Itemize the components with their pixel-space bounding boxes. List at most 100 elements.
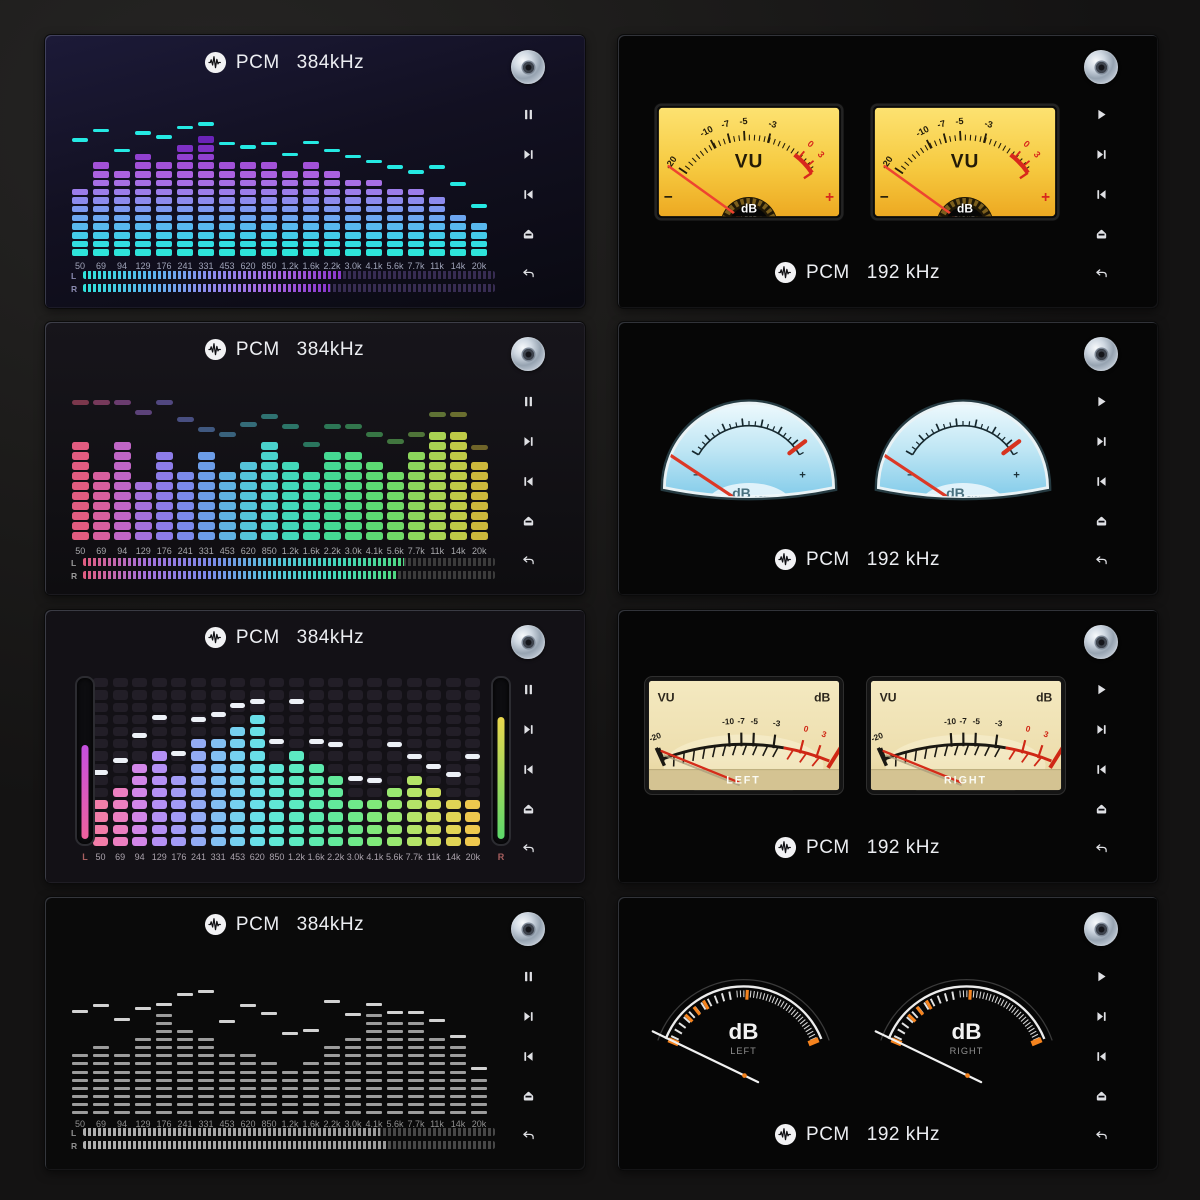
skip-previous-icon[interactable] [521,762,536,777]
album-disc-icon[interactable] [511,912,545,946]
play-icon[interactable] [1094,682,1109,697]
spectrum-bar-segment [219,162,235,169]
spectrum-bar-segment [429,1054,445,1057]
svg-text:−: − [693,469,700,481]
album-disc-icon[interactable] [511,625,545,659]
eject-icon[interactable] [1094,802,1109,817]
eject-icon[interactable] [1094,1089,1109,1104]
play-icon[interactable] [1094,969,1109,984]
spectrum-bar-segment [191,800,206,809]
spectrum-cell [152,727,167,736]
spectrum-bar-segment [219,492,236,500]
level-bar-left [83,558,495,566]
back-icon[interactable] [521,842,536,857]
spectrum-cell [387,812,402,821]
spectrum-cell [309,776,324,785]
spectrum-bar-segment [450,249,466,256]
spectrum-cell [211,825,226,834]
freq-label: 11k [427,852,441,862]
skip-previous-icon[interactable] [521,474,536,489]
spectrum-cell [465,788,480,797]
eject-icon[interactable] [521,802,536,817]
skip-next-icon[interactable] [1094,147,1109,162]
pause-icon[interactable] [521,394,536,409]
skip-previous-icon[interactable] [1094,762,1109,777]
eject-icon[interactable] [1094,227,1109,242]
spectrum-bar-segment [152,788,167,797]
spectrum-cell [446,703,461,712]
skip-next-icon[interactable] [521,147,536,162]
skip-previous-icon[interactable] [1094,1049,1109,1064]
skip-previous-icon[interactable] [521,1049,536,1064]
spectrum-cell [407,678,422,687]
spectrum-bar-segment [261,197,277,204]
spectrum-peak-cap [407,754,422,759]
play-icon[interactable] [1094,107,1109,122]
skip-next-icon[interactable] [521,722,536,737]
skip-next-icon[interactable] [1094,434,1109,449]
skip-next-icon[interactable] [1094,1009,1109,1024]
spectrum-bar-segment [345,1046,361,1049]
skip-next-icon[interactable] [521,1009,536,1024]
spectrum-bar-segment [345,206,361,213]
play-icon[interactable] [1094,394,1109,409]
spectrum-bar-segment [387,812,402,821]
spectrum-bar-segment [219,1087,235,1090]
skip-previous-icon[interactable] [1094,187,1109,202]
skip-next-icon[interactable] [1094,722,1109,737]
pause-icon[interactable] [521,969,536,984]
spectrum-bar-segment [366,189,382,196]
spectrum-bar-segment [219,512,236,520]
album-disc-icon[interactable] [1084,50,1118,84]
spectrum-bar-segment [198,197,214,204]
spectrum-cell [93,727,108,736]
back-icon[interactable] [521,554,536,569]
freq-label: 620 [240,1119,255,1129]
spectrum-bar-segment [408,232,424,239]
spectrum-cell [230,788,245,797]
spectrum-peak-cap [426,764,441,769]
eject-icon[interactable] [521,227,536,242]
back-icon[interactable] [521,267,536,282]
spectrum-bar-segment [72,442,89,450]
eject-icon[interactable] [521,1089,536,1104]
album-disc-icon[interactable] [1084,625,1118,659]
spectrum-cell [407,800,422,809]
pause-icon[interactable] [521,107,536,122]
spectrum-cell [191,703,206,712]
spectrum-bar-segment [261,522,278,530]
spectrum-bar-segment [156,532,173,540]
freq-label: 5.6k [386,261,403,271]
spectrum-bar-segment [366,482,383,490]
sample-rate-label: 384kHz [297,914,364,936]
spectrum-cell [328,751,343,760]
album-disc-icon[interactable] [1084,337,1118,371]
spectrum-cell [132,825,147,834]
spectrum-bar-segment [366,522,383,530]
skip-next-icon[interactable] [521,434,536,449]
spectrum-bar-segment [261,512,278,520]
svg-text:0: 0 [1025,723,1032,734]
album-disc-icon[interactable] [1084,912,1118,946]
freq-label: 94 [117,1119,127,1129]
spectrum-cell [132,776,147,785]
eject-icon[interactable] [1094,514,1109,529]
back-icon[interactable] [521,1129,536,1144]
skip-previous-icon[interactable] [521,187,536,202]
spectrum-bar-segment [303,197,319,204]
spectrum-bar-segment [387,1022,403,1025]
skip-previous-icon[interactable] [1094,474,1109,489]
pause-icon[interactable] [521,682,536,697]
eject-icon[interactable] [521,514,536,529]
spectrum-cell [426,788,441,797]
spectrum-bar-segment [429,223,445,230]
spectrum-bar-segment [429,472,446,480]
spectrum-cell [152,800,167,809]
spectrum-bar-segment [177,249,193,256]
spectrum-bar-segment [303,171,319,178]
album-disc-icon[interactable] [511,50,545,84]
spectrum-bar-segment [387,1071,403,1074]
level-bar-dim [83,558,495,566]
album-disc-icon[interactable] [511,337,545,371]
spectrum-bar-segment [387,223,403,230]
